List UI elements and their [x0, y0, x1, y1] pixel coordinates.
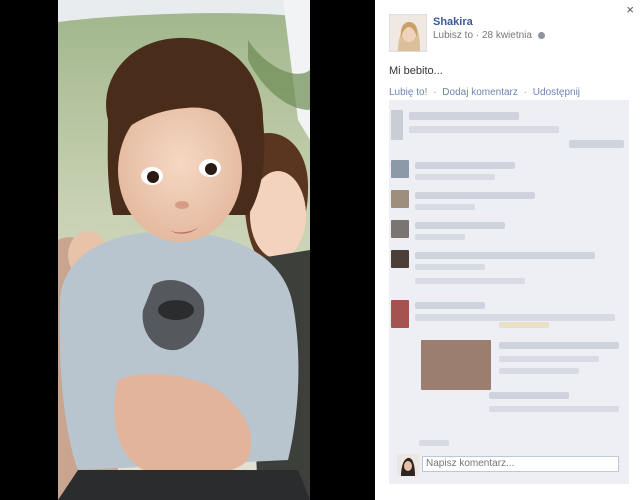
page-avatar[interactable] [389, 14, 427, 52]
blurred-text [499, 342, 619, 349]
photo[interactable] [58, 0, 310, 500]
blurred-text [415, 204, 475, 210]
blurred-avatar [391, 160, 409, 178]
blurred-text [415, 234, 465, 240]
blurred-avatar [391, 220, 409, 238]
blurred-text [415, 278, 525, 284]
post-caption: Mi bebito... [389, 65, 443, 77]
blurred-text [499, 368, 579, 374]
blurred-text [489, 406, 619, 412]
blurred-text [415, 174, 495, 180]
comment-panel: × Shakira Lubisz to · 28 kwietnia Mi beb… [375, 0, 640, 500]
user-avatar [397, 454, 419, 476]
post-date[interactable]: 28 kwietnia [482, 30, 532, 41]
blurred-comments [389, 100, 629, 454]
blurred-text [569, 140, 624, 148]
blurred-avatar [391, 190, 409, 208]
photo-image [58, 0, 310, 500]
blurred-text [415, 264, 485, 270]
like-page-link[interactable]: Lubisz to [433, 30, 473, 41]
avatar-image [390, 15, 426, 51]
close-icon[interactable]: × [626, 2, 634, 17]
comment-input[interactable] [422, 456, 619, 472]
blurred-text [419, 440, 449, 446]
blurred-text [409, 126, 559, 133]
action-separator: · [433, 87, 437, 98]
action-separator: · [523, 87, 527, 98]
comment-button[interactable]: Dodaj komentarz [442, 87, 518, 98]
blurred-avatar [391, 250, 409, 268]
post-actions: Lubię to! · Dodaj komentarz · Udostępnij [389, 87, 580, 98]
blurred-text [499, 322, 549, 328]
globe-icon [537, 31, 545, 39]
photo-viewer: × Shakira Lubisz to · 28 kwietnia Mi beb… [0, 0, 640, 500]
blurred-image [421, 340, 491, 390]
blurred-text [415, 192, 535, 199]
page-name[interactable]: Shakira [433, 16, 473, 28]
like-button[interactable]: Lubię to! [389, 87, 427, 98]
blurred-text [415, 302, 485, 309]
comment-composer [389, 448, 629, 484]
blurred-text [499, 356, 599, 362]
share-button[interactable]: Udostępnij [533, 87, 580, 98]
blurred-text [415, 314, 615, 321]
post-meta: Lubisz to · 28 kwietnia [433, 30, 545, 41]
blurred-avatar [391, 300, 409, 328]
blurred-avatar [391, 110, 403, 140]
blurred-text [415, 162, 515, 169]
meta-separator: · [475, 30, 480, 41]
blurred-text [415, 222, 505, 229]
blurred-text [489, 392, 569, 399]
blurred-text [415, 252, 595, 259]
user-avatar-image [397, 454, 419, 476]
blurred-text [409, 112, 519, 120]
